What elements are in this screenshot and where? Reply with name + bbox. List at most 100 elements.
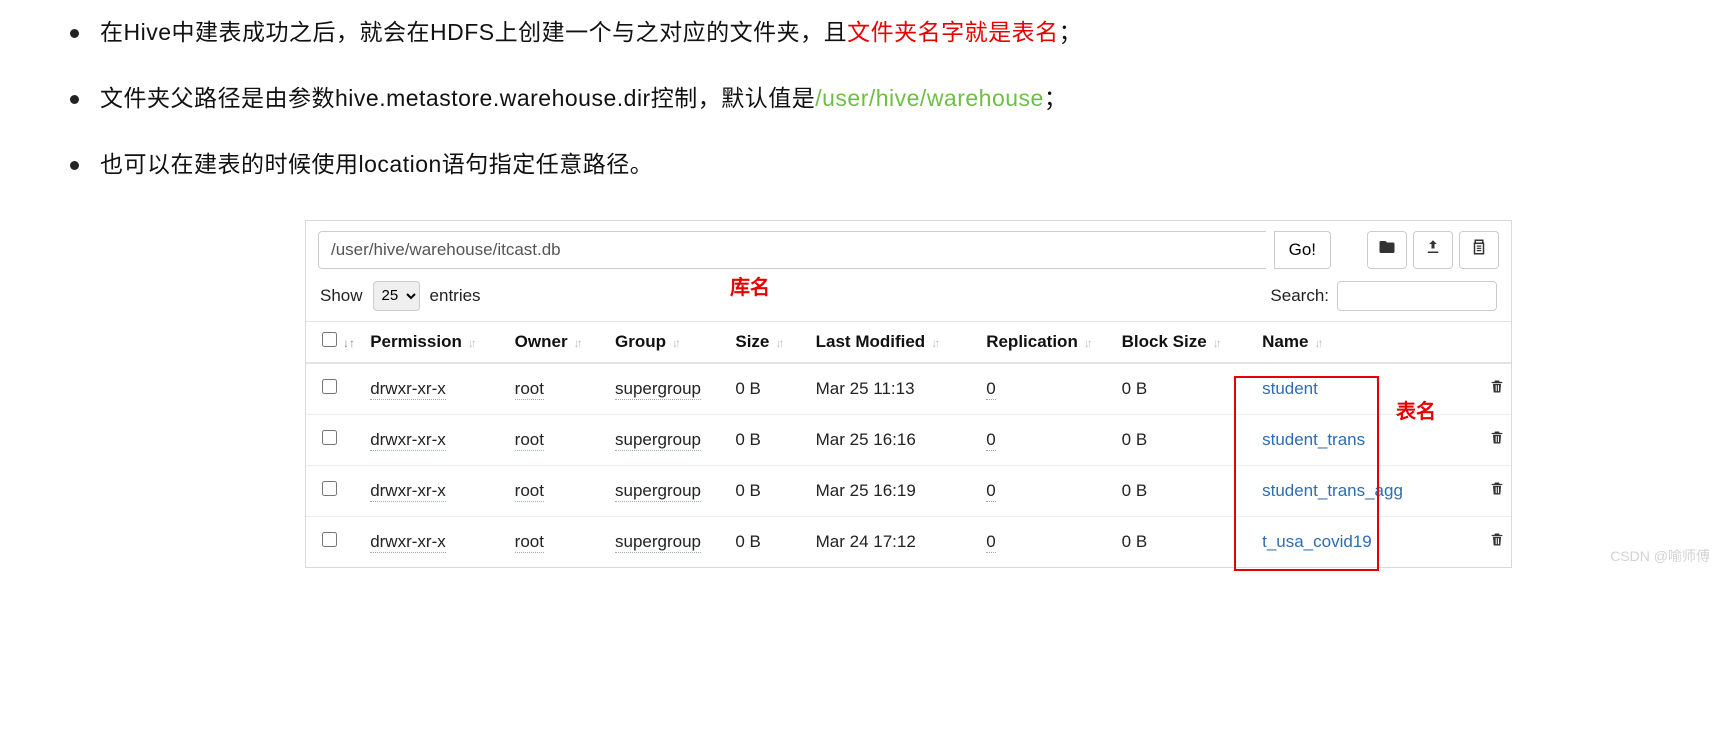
modified-value: Mar 25 16:19 <box>810 465 981 516</box>
table-controls: Show 25 entries Search: <box>306 279 1511 321</box>
toolbar: Go! <box>306 221 1511 279</box>
perm-value: drwxr-xr-x <box>370 532 446 553</box>
sort-icon: ↓↑ <box>1078 336 1090 350</box>
modified-value: Mar 25 11:13 <box>810 363 981 415</box>
blocksize-value: 0 B <box>1116 516 1256 567</box>
modified-value: Mar 25 16:16 <box>810 414 981 465</box>
row-checkbox[interactable] <box>322 481 337 496</box>
bullet-2-green: /user/hive/warehouse <box>815 85 1044 111</box>
row-checkbox[interactable] <box>322 532 337 547</box>
upload-icon <box>1424 238 1442 261</box>
col-checkbox: ↓↑ <box>306 321 364 363</box>
bullet-1-red: 文件夹名字就是表名 <box>847 19 1059 45</box>
toolbar-icons <box>1367 231 1499 269</box>
replication-value: 0 <box>986 430 995 451</box>
clipboard-icon <box>1470 238 1488 261</box>
name-link[interactable]: student_trans_agg <box>1262 481 1403 500</box>
go-button[interactable]: Go! <box>1274 231 1331 269</box>
col-modified[interactable]: Last Modified↓↑ <box>810 321 981 363</box>
bullet-2: 文件夹父路径是由参数hive.metastore.warehouse.dir控制… <box>40 84 1682 114</box>
bullet-1-text-a: 在Hive中建表成功之后，就会在HDFS上创建一个与之对应的文件夹，且 <box>100 19 847 45</box>
new-folder-button[interactable] <box>1367 231 1407 269</box>
name-link[interactable]: student_trans <box>1262 430 1365 449</box>
col-name[interactable]: Name↓↑ <box>1256 321 1477 363</box>
sort-icon: ↓↑ <box>1207 336 1219 350</box>
cut-button[interactable] <box>1459 231 1499 269</box>
path-input[interactable] <box>318 231 1266 269</box>
name-link[interactable]: student <box>1262 379 1318 398</box>
delete-button[interactable] <box>1489 533 1505 552</box>
col-size-label: Size <box>735 332 769 351</box>
sort-icon: ↓↑ <box>1308 336 1320 350</box>
bullet-3: 也可以在建表的时候使用location语句指定任意路径。 <box>40 150 1682 180</box>
size-value: 0 B <box>729 465 809 516</box>
perm-value: drwxr-xr-x <box>370 481 446 502</box>
size-value: 0 B <box>729 516 809 567</box>
annotation-tablename: 表名 <box>1396 395 1436 424</box>
blocksize-value: 0 B <box>1116 363 1256 415</box>
col-blocksize-label: Block Size <box>1122 332 1207 351</box>
delete-button[interactable] <box>1489 482 1505 501</box>
col-blocksize[interactable]: Block Size↓↑ <box>1116 321 1256 363</box>
group-value: supergroup <box>615 532 701 553</box>
sort-icon: ↓↑ <box>769 336 781 350</box>
col-group-label: Group <box>615 332 666 351</box>
sort-icon: ↓↑ <box>666 336 678 350</box>
row-checkbox[interactable] <box>322 430 337 445</box>
perm-value: drwxr-xr-x <box>370 379 446 400</box>
sort-icon: ↓↑ <box>568 336 580 350</box>
replication-value: 0 <box>986 481 995 502</box>
upload-button[interactable] <box>1413 231 1453 269</box>
sort-icon: ↓↑ <box>337 336 355 350</box>
trash-icon <box>1489 431 1505 450</box>
bullet-1: 在Hive中建表成功之后，就会在HDFS上创建一个与之对应的文件夹，且文件夹名字… <box>40 18 1682 48</box>
delete-button[interactable] <box>1489 380 1505 399</box>
file-table: ↓↑ Permission↓↑ Owner↓↑ Group↓↑ Size↓↑ L… <box>306 321 1511 567</box>
owner-value: root <box>515 430 544 451</box>
annotation-dbname: 库名 <box>730 271 770 300</box>
delete-button[interactable] <box>1489 431 1505 450</box>
trash-icon <box>1489 380 1505 399</box>
select-all-checkbox[interactable] <box>322 332 337 347</box>
blocksize-value: 0 B <box>1116 465 1256 516</box>
folder-icon <box>1378 238 1396 261</box>
col-replication[interactable]: Replication↓↑ <box>980 321 1115 363</box>
group-value: supergroup <box>615 379 701 400</box>
owner-value: root <box>515 481 544 502</box>
col-name-label: Name <box>1262 332 1308 351</box>
col-replication-label: Replication <box>986 332 1078 351</box>
bullet-2-text-a: 文件夹父路径是由参数hive.metastore.warehouse.dir控制… <box>100 85 815 111</box>
row-checkbox[interactable] <box>322 379 337 394</box>
replication-value: 0 <box>986 532 995 553</box>
pagesize-select[interactable]: 25 <box>373 281 420 311</box>
show-label: Show <box>320 286 363 306</box>
bullet-3-text: 也可以在建表的时候使用location语句指定任意路径。 <box>100 151 653 177</box>
col-actions <box>1477 321 1511 363</box>
col-size[interactable]: Size↓↑ <box>729 321 809 363</box>
col-modified-label: Last Modified <box>816 332 926 351</box>
col-group[interactable]: Group↓↑ <box>609 321 729 363</box>
col-owner[interactable]: Owner↓↑ <box>509 321 609 363</box>
sort-icon: ↓↑ <box>925 336 937 350</box>
blocksize-value: 0 B <box>1116 414 1256 465</box>
trash-icon <box>1489 482 1505 501</box>
bullet-list: 在Hive中建表成功之后，就会在HDFS上创建一个与之对应的文件夹，且文件夹名字… <box>40 18 1682 180</box>
owner-value: root <box>515 532 544 553</box>
name-link[interactable]: t_usa_covid19 <box>1262 532 1372 551</box>
size-value: 0 B <box>729 363 809 415</box>
bullet-1-text-b: ； <box>1059 19 1083 45</box>
replication-value: 0 <box>986 379 995 400</box>
table-row: drwxr-xr-xrootsupergroup0 BMar 24 17:120… <box>306 516 1511 567</box>
search-label: Search: <box>1270 286 1329 306</box>
search-input[interactable] <box>1337 281 1497 311</box>
col-permission-label: Permission <box>370 332 462 351</box>
modified-value: Mar 24 17:12 <box>810 516 981 567</box>
group-value: supergroup <box>615 430 701 451</box>
watermark: CSDN @喻师傅 <box>1610 546 1710 566</box>
col-permission[interactable]: Permission↓↑ <box>364 321 508 363</box>
hdfs-browser-panel: Go! 库名 Show 25 entries <box>305 220 1512 568</box>
bullet-2-text-b: ； <box>1044 85 1068 111</box>
entries-label: entries <box>430 286 481 306</box>
table-row: drwxr-xr-xrootsupergroup0 BMar 25 16:160… <box>306 414 1511 465</box>
trash-icon <box>1489 533 1505 552</box>
